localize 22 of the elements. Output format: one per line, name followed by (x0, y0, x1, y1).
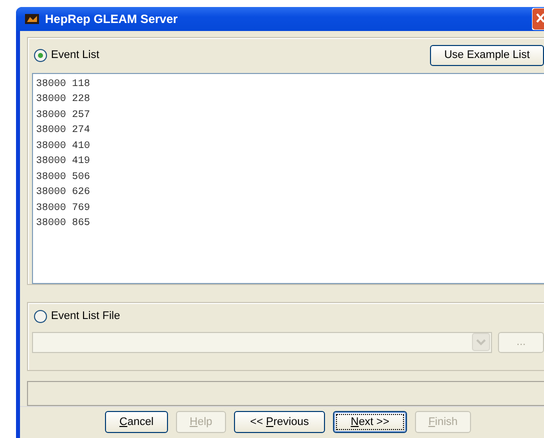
event-line: 38000 410 (36, 140, 92, 154)
radio-button[interactable] (34, 310, 47, 323)
event-line: 38000 257 (36, 108, 92, 123)
event-line: 38000 769 (36, 202, 92, 216)
wizard-button[interactable]: Next >> (333, 411, 407, 434)
event-line: 38000 274 (36, 124, 92, 138)
use-example-list-button[interactable]: Use Example List (430, 44, 544, 66)
event-line: 38000 419 (36, 155, 92, 170)
close-icon[interactable] (532, 8, 544, 30)
event-line: 38000 626 (36, 186, 92, 200)
event-line: 38000 118 (36, 78, 92, 92)
event-line: 38000 865 (36, 217, 92, 232)
radio-label: Event List (51, 49, 100, 62)
radio-label: Event List File (51, 310, 120, 322)
event-line: 38000 228 (36, 93, 92, 108)
radio-button[interactable] (34, 48, 47, 62)
wizard-button[interactable]: Cancel (105, 411, 168, 434)
wizard-button[interactable]: << Previous (234, 411, 325, 434)
window-title: HepRep GLEAM Server (45, 12, 178, 26)
event-list-text-area[interactable]: 38000 118 38000 228 38000 257 38000 274 38000 410 38000 419 38000 506 38000 626 38000 769 38000 865 (32, 72, 544, 284)
event-line: 38000 506 (36, 170, 92, 185)
app-icon (25, 14, 39, 24)
